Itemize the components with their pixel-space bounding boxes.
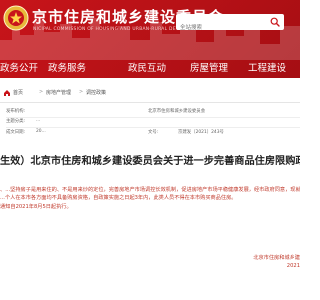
breadcrumb: 首页 > 房地产管理 > 调控政策 — [0, 88, 300, 98]
nav-item-public-interaction[interactable]: 政民互动 — [128, 62, 166, 76]
nav-item-government-services[interactable]: 政务服务 — [48, 62, 86, 76]
document-meta-table: 发布机构: 北京市住房和城乡建设委员会 主题分类: ... 成文日期: 20..… — [6, 106, 300, 140]
meta-label-doc-number: 文号: — [148, 130, 159, 135]
divider — [0, 102, 300, 103]
article-paragraph: 、...坚持房子是用来住的、不是用来炒的定位，完善房地产市场调控长效机制，促进房… — [0, 187, 300, 193]
nav-item-government-affairs[interactable]: 政务公开 — [0, 62, 38, 76]
breadcrumb-separator: > — [79, 89, 84, 95]
search-icon[interactable] — [270, 17, 280, 27]
article-title: 生效）北京市住房和城乡建设委员会关于进一步完善商品住房限购政策的公 — [0, 156, 300, 167]
signature-block: 北京市住房和城乡建 2021 — [240, 254, 300, 271]
meta-row: 发布机构: 北京市住房和城乡建设委员会 — [6, 108, 300, 118]
breadcrumb-real-estate[interactable]: 房地产管理 — [46, 89, 71, 96]
home-icon — [4, 90, 10, 96]
meta-value-doc-number: 京建发〔2021〕243号 — [178, 130, 224, 135]
signature-date: 2021 — [286, 263, 300, 270]
meta-value-date: 20... — [36, 129, 46, 134]
breadcrumb-separator: > — [39, 89, 44, 95]
search-input[interactable] — [176, 20, 264, 36]
article-paragraph: 通知自2021年8月5日起执行。 — [0, 203, 72, 210]
meta-value-publisher: 北京市住房和城乡建设委员会 — [148, 109, 206, 114]
article-paragraph: ...个人在本市各方面均不具备购房资格，自政策实施之日起3年内，此类人员不得在本… — [0, 195, 237, 202]
meta-label-category: 主题分类: — [6, 119, 26, 124]
meta-row: 成文日期: 20... 文号: 京建发〔2021〕243号 — [6, 129, 300, 139]
nav-item-construction[interactable]: 工程建设 — [248, 62, 286, 76]
nav-item-housing-management[interactable]: 房屋管理 — [190, 62, 228, 76]
meta-label-publisher: 发布机构: — [6, 109, 26, 114]
signature-org: 北京市住房和城乡建 — [253, 255, 300, 261]
article-body: 、...坚持房子是用来住的、不是用来炒的定位，完善房地产市场调控长效机制，促进房… — [0, 186, 300, 211]
meta-label-date: 成文日期: — [6, 130, 26, 135]
meta-row: 主题分类: ... — [6, 118, 300, 128]
breadcrumb-policy[interactable]: 调控政策 — [86, 89, 106, 96]
meta-value-category: ... — [36, 118, 41, 123]
breadcrumb-home[interactable]: 首页 — [13, 89, 23, 96]
site-header: 京市住房和城乡建设委员会 NICIPAL COMMISSION OF HOUSI… — [0, 0, 300, 78]
meta-divider — [6, 127, 300, 128]
search-box[interactable] — [176, 14, 284, 36]
main-nav: 政务公开 政务服务 政民互动 房屋管理 工程建设 — [0, 60, 300, 78]
emblem-icon[interactable] — [3, 5, 29, 31]
